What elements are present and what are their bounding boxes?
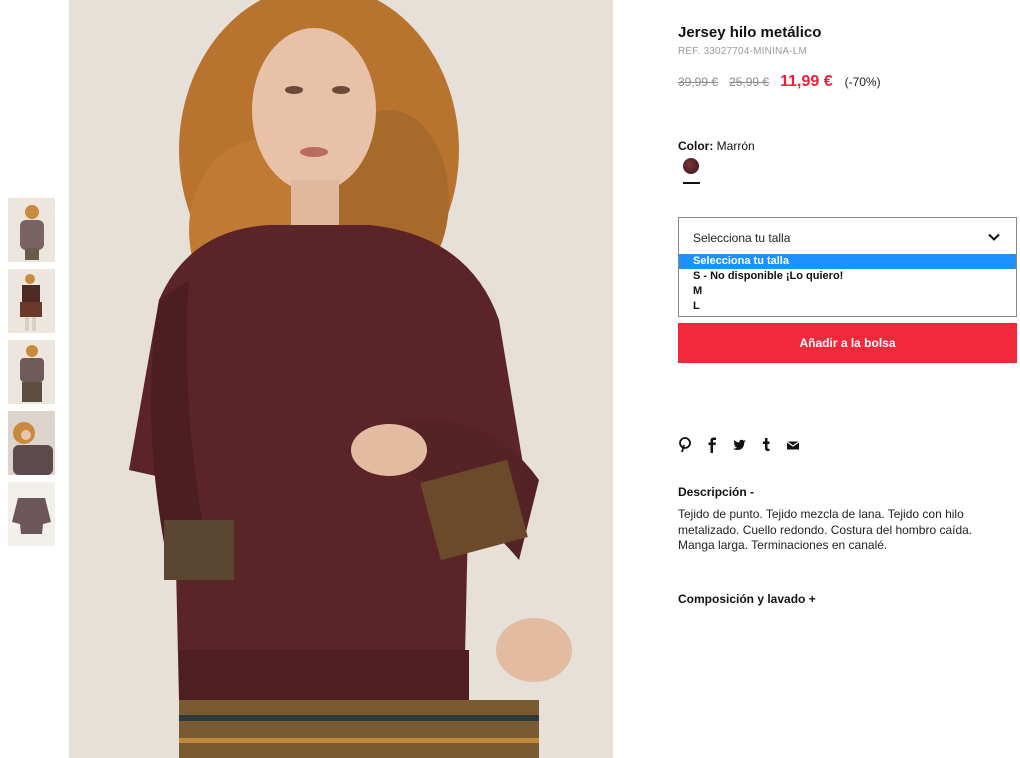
thumbnail-list: [8, 198, 55, 553]
price-original: 39,99 €: [678, 75, 719, 89]
size-option[interactable]: M: [679, 284, 1016, 299]
price-previous: 25,99 €: [729, 75, 770, 89]
product-ref: REF. 33027704-MININA-LM: [678, 46, 808, 57]
chevron-down-icon: [988, 233, 1000, 241]
add-to-bag-button[interactable]: Añadir a la bolsa: [678, 323, 1017, 363]
price-row: 39,99 € 25,99 € 11,99 € (-70%): [678, 73, 881, 91]
size-dropdown-list: Selecciona tu talla S - No disponible ¡L…: [678, 254, 1017, 317]
color-value: Marrón: [716, 139, 755, 153]
size-option[interactable]: L: [679, 299, 1016, 314]
size-option[interactable]: S - No disponible ¡Lo quiero!: [679, 269, 1016, 284]
color-row: Color: Marrón: [678, 139, 755, 153]
product-main-image[interactable]: [69, 0, 613, 758]
thumbnail-3[interactable]: [8, 340, 55, 404]
size-select-value: Selecciona tu talla: [693, 231, 791, 245]
price-current: 11,99 €: [780, 73, 833, 90]
size-select[interactable]: Selecciona tu talla: [678, 217, 1017, 255]
tumblr-icon[interactable]: [759, 437, 773, 453]
pinterest-icon[interactable]: [678, 437, 692, 453]
color-swatch[interactable]: [683, 158, 699, 174]
description-heading[interactable]: Descripción -: [678, 485, 754, 499]
color-label: Color:: [678, 139, 714, 153]
product-title: Jersey hilo metálico: [678, 24, 822, 41]
description-text: Tejido de punto. Tejido mezcla de lana. …: [678, 507, 973, 552]
thumbnail-2[interactable]: [8, 269, 55, 333]
twitter-icon[interactable]: [732, 437, 746, 453]
discount-badge: (-70%): [844, 75, 881, 89]
composition-heading[interactable]: Composición y lavado +: [678, 592, 816, 606]
thumbnail-4[interactable]: [8, 411, 55, 475]
email-icon[interactable]: [786, 437, 800, 453]
thumbnail-5[interactable]: [8, 482, 55, 546]
swatch-selected-indicator: [683, 182, 700, 184]
thumbnail-1[interactable]: [8, 198, 55, 262]
social-share-bar: [678, 437, 800, 453]
size-option[interactable]: Selecciona tu talla: [679, 254, 1016, 269]
facebook-icon[interactable]: [705, 437, 719, 453]
